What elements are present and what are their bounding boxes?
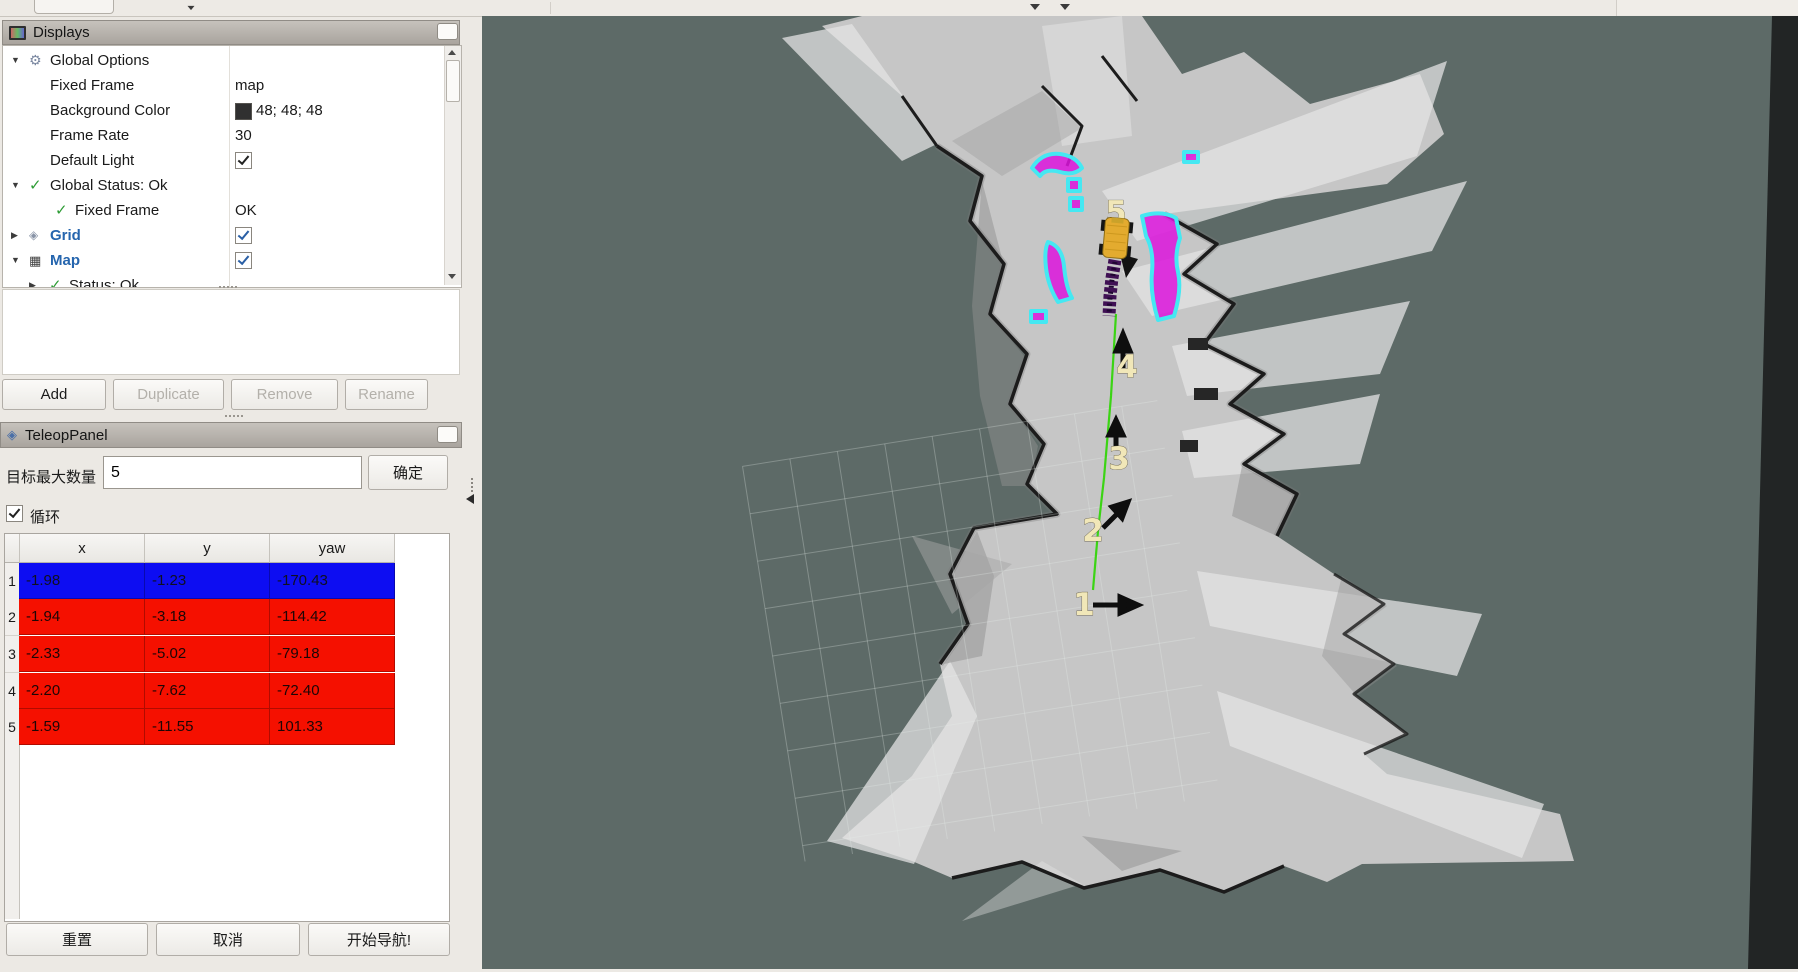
expander-right-icon[interactable]: ▶ bbox=[29, 273, 36, 288]
row-header-strip bbox=[5, 745, 20, 919]
tree-row-background-color[interactable]: Background Color 48; 48; 48 bbox=[3, 98, 444, 123]
cell-x[interactable]: -2.20 bbox=[19, 673, 145, 709]
loop-checkbox-label: 循环 bbox=[30, 506, 60, 527]
scroll-up-icon[interactable] bbox=[448, 50, 456, 55]
cell-y[interactable]: -7.62 bbox=[145, 673, 270, 709]
teleop-panel-titlebar[interactable]: ◈ TeleopPanel bbox=[0, 422, 462, 448]
cell-x[interactable]: -1.94 bbox=[19, 599, 145, 635]
confirm-button[interactable]: 确定 bbox=[368, 455, 448, 490]
column-header-x[interactable]: x bbox=[20, 534, 145, 563]
expander-down-icon[interactable]: ▼ bbox=[11, 48, 20, 73]
corner-header[interactable] bbox=[5, 534, 20, 563]
displays-icon bbox=[9, 26, 26, 40]
rename-button[interactable]: Rename bbox=[345, 379, 428, 410]
map-icon: ▦ bbox=[29, 248, 41, 273]
dropdown-arrow-icon[interactable] bbox=[1060, 4, 1070, 10]
tree-row-fixed-frame[interactable]: Fixed Frame map bbox=[3, 73, 444, 98]
obstacle-cluster bbox=[1070, 198, 1082, 210]
default-light-checkbox[interactable] bbox=[235, 152, 252, 169]
expander-down-icon[interactable]: ▼ bbox=[11, 248, 20, 273]
remove-button[interactable]: Remove bbox=[231, 379, 338, 410]
cell-y[interactable]: -1.23 bbox=[145, 563, 270, 599]
teleop-panel-title: TeleopPanel bbox=[25, 427, 108, 444]
waypoint-table: x y yaw 1 -1.98 -1.23 -170.43 2 -1.94 -3… bbox=[4, 533, 450, 922]
toolbar-partial-button[interactable] bbox=[34, 0, 114, 14]
check-icon: ✓ bbox=[49, 273, 62, 288]
tree-row-global-options[interactable]: ▼ ⚙ Global Options bbox=[3, 48, 444, 73]
start-navigation-button[interactable]: 开始导航! bbox=[308, 923, 450, 956]
check-icon: ✓ bbox=[55, 198, 68, 223]
displays-description-box bbox=[2, 289, 460, 375]
cell-yaw[interactable]: -72.40 bbox=[270, 673, 395, 709]
cell-yaw[interactable]: -79.18 bbox=[270, 636, 395, 672]
displays-tree: ▼ ⚙ Global Options Fixed Frame map Backg… bbox=[2, 45, 462, 288]
teleop-float-button[interactable] bbox=[437, 426, 458, 443]
toolbar-separator bbox=[550, 2, 551, 14]
duplicate-button[interactable]: Duplicate bbox=[113, 379, 224, 410]
tree-row-default-light[interactable]: Default Light bbox=[3, 148, 444, 173]
loop-checkbox[interactable] bbox=[6, 505, 23, 522]
cell-yaw[interactable]: -114.42 bbox=[270, 599, 395, 635]
tree-row-map[interactable]: ▼ ▦ Map bbox=[3, 248, 444, 273]
collapse-left-icon[interactable] bbox=[466, 494, 474, 504]
cell-yaw[interactable]: -170.43 bbox=[270, 563, 395, 599]
robot-model bbox=[1098, 217, 1133, 260]
tree-row-global-status[interactable]: ▼ ✓ Global Status: Ok bbox=[3, 173, 444, 198]
cell-x[interactable]: -2.33 bbox=[19, 636, 145, 672]
view-splitter-handle[interactable] bbox=[471, 478, 473, 492]
displays-float-button[interactable] bbox=[437, 23, 458, 40]
scroll-down-icon[interactable] bbox=[448, 274, 456, 279]
top-toolbar bbox=[0, 0, 1798, 17]
column-header-y[interactable]: y bbox=[145, 534, 270, 563]
cell-x[interactable]: -1.59 bbox=[19, 709, 145, 745]
add-button[interactable]: Add bbox=[2, 379, 106, 410]
reset-button[interactable]: 重置 bbox=[6, 923, 148, 956]
obstacle-cluster bbox=[1068, 179, 1080, 191]
max-goals-label: 目标最大数量 bbox=[6, 466, 96, 487]
dropdown-arrow-icon[interactable] bbox=[1030, 4, 1040, 10]
waypoint-label-3: 3 bbox=[1108, 441, 1130, 477]
expander-down-icon[interactable]: ▼ bbox=[11, 173, 20, 198]
expander-right-icon[interactable]: ▶ bbox=[11, 223, 18, 248]
panel-splitter-handle[interactable] bbox=[219, 286, 237, 288]
cell-yaw[interactable]: 101.33 bbox=[270, 709, 395, 745]
displays-panel-title: Displays bbox=[33, 24, 90, 41]
cancel-button[interactable]: 取消 bbox=[156, 923, 300, 956]
scrollbar-thumb[interactable] bbox=[446, 60, 460, 102]
cell-y[interactable]: -5.02 bbox=[145, 636, 270, 672]
teleop-panel-icon: ◈ bbox=[7, 427, 17, 443]
waypoint-label-1: 1 bbox=[1073, 587, 1095, 623]
tree-row-frame-rate[interactable]: Frame Rate 30 bbox=[3, 123, 444, 148]
cell-y[interactable]: -11.55 bbox=[145, 709, 270, 745]
max-goals-input[interactable] bbox=[103, 456, 362, 489]
obstacle-cluster bbox=[1184, 152, 1198, 162]
obstacle-cluster bbox=[1031, 311, 1046, 322]
grid-enabled-checkbox[interactable] bbox=[235, 227, 252, 244]
tree-scrollbar[interactable] bbox=[444, 46, 461, 285]
gear-icon: ⚙ bbox=[29, 48, 42, 73]
tree-row-grid[interactable]: ▶ ◈ Grid bbox=[3, 223, 444, 248]
dropdown-arrow-icon[interactable] bbox=[188, 6, 195, 10]
tree-row-fixed-frame-status[interactable]: ✓ Fixed Frame OK bbox=[3, 198, 444, 223]
color-swatch[interactable] bbox=[235, 103, 252, 120]
displays-panel-titlebar[interactable]: Displays bbox=[2, 20, 460, 45]
cell-x[interactable]: -1.98 bbox=[19, 563, 145, 599]
column-header-yaw[interactable]: yaw bbox=[270, 534, 395, 563]
waypoint-label-4: 4 bbox=[1116, 349, 1138, 385]
toolbar-right-section bbox=[1617, 0, 1798, 15]
render-viewport[interactable]: 1 2 3 4 5 bbox=[482, 16, 1798, 969]
map-enabled-checkbox[interactable] bbox=[235, 252, 252, 269]
waypoint-label-2: 2 bbox=[1082, 513, 1104, 549]
grid-icon: ◈ bbox=[29, 223, 38, 248]
panel-splitter-handle[interactable] bbox=[225, 415, 243, 417]
obstacle-cluster bbox=[1032, 154, 1082, 176]
cell-y[interactable]: -3.18 bbox=[145, 599, 270, 635]
check-icon: ✓ bbox=[29, 173, 42, 198]
